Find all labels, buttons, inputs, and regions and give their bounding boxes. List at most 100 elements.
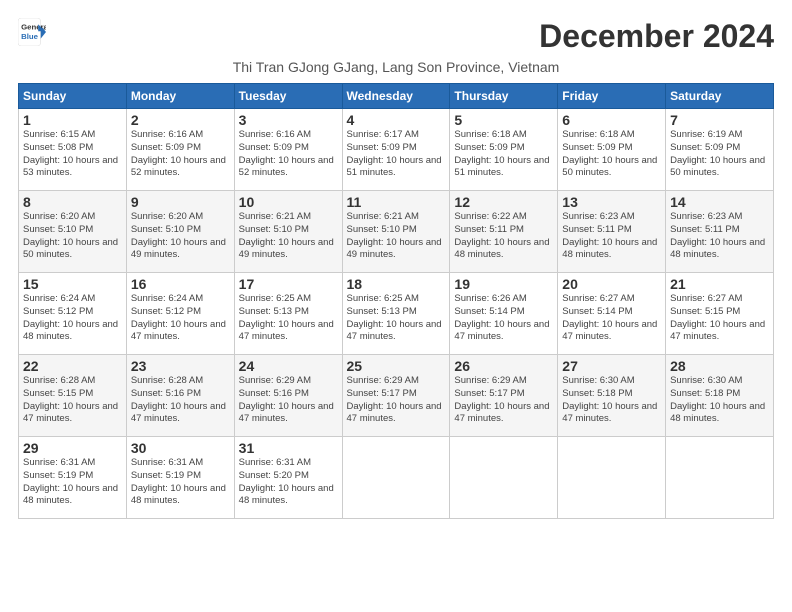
col-saturday: Saturday (666, 84, 774, 109)
day-info: Sunrise: 6:24 AMSunset: 5:12 PMDaylight:… (23, 293, 122, 344)
day-number: 9 (131, 194, 230, 210)
day-number: 2 (131, 112, 230, 128)
table-row: 21Sunrise: 6:27 AMSunset: 5:15 PMDayligh… (666, 273, 774, 355)
table-row: 26Sunrise: 6:29 AMSunset: 5:17 PMDayligh… (450, 355, 558, 437)
table-row: 3Sunrise: 6:16 AMSunset: 5:09 PMDaylight… (234, 109, 342, 191)
table-row: 12Sunrise: 6:22 AMSunset: 5:11 PMDayligh… (450, 191, 558, 273)
table-row: 22Sunrise: 6:28 AMSunset: 5:15 PMDayligh… (19, 355, 127, 437)
day-number: 4 (347, 112, 446, 128)
day-info: Sunrise: 6:31 AMSunset: 5:19 PMDaylight:… (131, 457, 230, 508)
table-row: 17Sunrise: 6:25 AMSunset: 5:13 PMDayligh… (234, 273, 342, 355)
table-row (450, 437, 558, 519)
day-number: 16 (131, 276, 230, 292)
day-info: Sunrise: 6:16 AMSunset: 5:09 PMDaylight:… (131, 129, 230, 180)
calendar-week-row: 22Sunrise: 6:28 AMSunset: 5:15 PMDayligh… (19, 355, 774, 437)
table-row: 8Sunrise: 6:20 AMSunset: 5:10 PMDaylight… (19, 191, 127, 273)
col-friday: Friday (558, 84, 666, 109)
table-row: 4Sunrise: 6:17 AMSunset: 5:09 PMDaylight… (342, 109, 450, 191)
calendar-week-row: 15Sunrise: 6:24 AMSunset: 5:12 PMDayligh… (19, 273, 774, 355)
page-title: December 2024 (539, 18, 774, 55)
day-info: Sunrise: 6:19 AMSunset: 5:09 PMDaylight:… (670, 129, 769, 180)
day-info: Sunrise: 6:25 AMSunset: 5:13 PMDaylight:… (239, 293, 338, 344)
day-info: Sunrise: 6:22 AMSunset: 5:11 PMDaylight:… (454, 211, 553, 262)
day-info: Sunrise: 6:16 AMSunset: 5:09 PMDaylight:… (239, 129, 338, 180)
table-row: 15Sunrise: 6:24 AMSunset: 5:12 PMDayligh… (19, 273, 127, 355)
table-row: 14Sunrise: 6:23 AMSunset: 5:11 PMDayligh… (666, 191, 774, 273)
calendar-table: Sunday Monday Tuesday Wednesday Thursday… (18, 83, 774, 519)
day-number: 23 (131, 358, 230, 374)
table-row: 5Sunrise: 6:18 AMSunset: 5:09 PMDaylight… (450, 109, 558, 191)
page: General Blue December 2024 Thi Tran GJon… (0, 0, 792, 529)
day-number: 31 (239, 440, 338, 456)
day-number: 28 (670, 358, 769, 374)
table-row: 16Sunrise: 6:24 AMSunset: 5:12 PMDayligh… (126, 273, 234, 355)
table-row: 20Sunrise: 6:27 AMSunset: 5:14 PMDayligh… (558, 273, 666, 355)
day-number: 22 (23, 358, 122, 374)
day-info: Sunrise: 6:28 AMSunset: 5:15 PMDaylight:… (23, 375, 122, 426)
table-row: 25Sunrise: 6:29 AMSunset: 5:17 PMDayligh… (342, 355, 450, 437)
day-info: Sunrise: 6:27 AMSunset: 5:15 PMDaylight:… (670, 293, 769, 344)
day-info: Sunrise: 6:21 AMSunset: 5:10 PMDaylight:… (347, 211, 446, 262)
day-info: Sunrise: 6:26 AMSunset: 5:14 PMDaylight:… (454, 293, 553, 344)
header: General Blue December 2024 (18, 18, 774, 55)
table-row: 7Sunrise: 6:19 AMSunset: 5:09 PMDaylight… (666, 109, 774, 191)
day-info: Sunrise: 6:27 AMSunset: 5:14 PMDaylight:… (562, 293, 661, 344)
day-info: Sunrise: 6:20 AMSunset: 5:10 PMDaylight:… (131, 211, 230, 262)
day-info: Sunrise: 6:29 AMSunset: 5:17 PMDaylight:… (347, 375, 446, 426)
table-row: 27Sunrise: 6:30 AMSunset: 5:18 PMDayligh… (558, 355, 666, 437)
day-info: Sunrise: 6:29 AMSunset: 5:17 PMDaylight:… (454, 375, 553, 426)
day-info: Sunrise: 6:20 AMSunset: 5:10 PMDaylight:… (23, 211, 122, 262)
table-row: 9Sunrise: 6:20 AMSunset: 5:10 PMDaylight… (126, 191, 234, 273)
day-number: 27 (562, 358, 661, 374)
day-info: Sunrise: 6:30 AMSunset: 5:18 PMDaylight:… (670, 375, 769, 426)
day-number: 11 (347, 194, 446, 210)
day-info: Sunrise: 6:21 AMSunset: 5:10 PMDaylight:… (239, 211, 338, 262)
logo-icon: General Blue (18, 18, 46, 46)
col-tuesday: Tuesday (234, 84, 342, 109)
day-number: 10 (239, 194, 338, 210)
day-info: Sunrise: 6:17 AMSunset: 5:09 PMDaylight:… (347, 129, 446, 180)
day-number: 20 (562, 276, 661, 292)
day-number: 18 (347, 276, 446, 292)
table-row: 24Sunrise: 6:29 AMSunset: 5:16 PMDayligh… (234, 355, 342, 437)
table-row: 30Sunrise: 6:31 AMSunset: 5:19 PMDayligh… (126, 437, 234, 519)
day-number: 19 (454, 276, 553, 292)
day-info: Sunrise: 6:31 AMSunset: 5:19 PMDaylight:… (23, 457, 122, 508)
day-number: 13 (562, 194, 661, 210)
day-info: Sunrise: 6:31 AMSunset: 5:20 PMDaylight:… (239, 457, 338, 508)
day-number: 17 (239, 276, 338, 292)
table-row: 11Sunrise: 6:21 AMSunset: 5:10 PMDayligh… (342, 191, 450, 273)
day-number: 3 (239, 112, 338, 128)
day-number: 25 (347, 358, 446, 374)
table-row: 6Sunrise: 6:18 AMSunset: 5:09 PMDaylight… (558, 109, 666, 191)
calendar-week-row: 29Sunrise: 6:31 AMSunset: 5:19 PMDayligh… (19, 437, 774, 519)
day-number: 8 (23, 194, 122, 210)
logo: General Blue (18, 18, 46, 46)
day-number: 21 (670, 276, 769, 292)
day-info: Sunrise: 6:15 AMSunset: 5:08 PMDaylight:… (23, 129, 122, 180)
day-number: 12 (454, 194, 553, 210)
day-info: Sunrise: 6:30 AMSunset: 5:18 PMDaylight:… (562, 375, 661, 426)
table-row: 23Sunrise: 6:28 AMSunset: 5:16 PMDayligh… (126, 355, 234, 437)
day-number: 30 (131, 440, 230, 456)
table-row (666, 437, 774, 519)
day-number: 7 (670, 112, 769, 128)
col-sunday: Sunday (19, 84, 127, 109)
table-row: 31Sunrise: 6:31 AMSunset: 5:20 PMDayligh… (234, 437, 342, 519)
table-row: 2Sunrise: 6:16 AMSunset: 5:09 PMDaylight… (126, 109, 234, 191)
day-info: Sunrise: 6:29 AMSunset: 5:16 PMDaylight:… (239, 375, 338, 426)
calendar-header-row: Sunday Monday Tuesday Wednesday Thursday… (19, 84, 774, 109)
day-info: Sunrise: 6:24 AMSunset: 5:12 PMDaylight:… (131, 293, 230, 344)
day-info: Sunrise: 6:23 AMSunset: 5:11 PMDaylight:… (670, 211, 769, 262)
day-info: Sunrise: 6:25 AMSunset: 5:13 PMDaylight:… (347, 293, 446, 344)
day-number: 14 (670, 194, 769, 210)
col-thursday: Thursday (450, 84, 558, 109)
table-row: 1Sunrise: 6:15 AMSunset: 5:08 PMDaylight… (19, 109, 127, 191)
day-number: 29 (23, 440, 122, 456)
table-row: 28Sunrise: 6:30 AMSunset: 5:18 PMDayligh… (666, 355, 774, 437)
day-number: 26 (454, 358, 553, 374)
table-row: 29Sunrise: 6:31 AMSunset: 5:19 PMDayligh… (19, 437, 127, 519)
table-row: 13Sunrise: 6:23 AMSunset: 5:11 PMDayligh… (558, 191, 666, 273)
calendar-week-row: 1Sunrise: 6:15 AMSunset: 5:08 PMDaylight… (19, 109, 774, 191)
day-number: 15 (23, 276, 122, 292)
